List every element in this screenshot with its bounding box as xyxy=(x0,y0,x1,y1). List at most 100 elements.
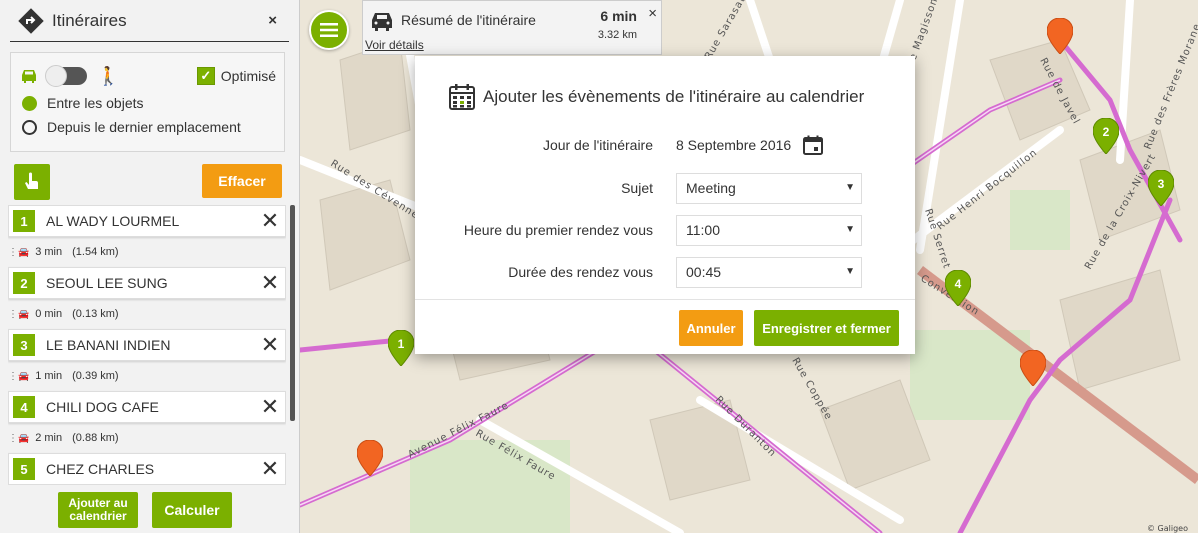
optimise-option[interactable]: ✓ Optimisé xyxy=(196,67,276,85)
subject-value: Meeting xyxy=(686,180,736,196)
date-text: 8 Septembre 2016 xyxy=(676,137,792,153)
map-marker-orange[interactable] xyxy=(1020,350,1046,386)
add-to-calendar-button[interactable]: Ajouter au calendrier xyxy=(58,492,138,528)
subject-select[interactable]: Meeting ▼ xyxy=(676,172,862,204)
hand-pointer-icon xyxy=(25,172,38,189)
remove-icon[interactable]: ✕ xyxy=(255,272,285,294)
save-and-close-button[interactable]: Enregistrer et fermer xyxy=(754,310,899,346)
stops-list[interactable]: 1 AL WADY LOURMEL ✕ ⋮ 🚘 3 min (1.54 km) 2… xyxy=(8,205,286,485)
list-item[interactable]: 5 CHEZ CHARLES ✕ xyxy=(8,453,286,485)
duration-select[interactable]: 00:45 ▼ xyxy=(676,256,862,288)
menu-button[interactable] xyxy=(309,10,349,50)
radio-label: Entre les objets xyxy=(47,95,144,111)
svg-text:4: 4 xyxy=(955,277,962,291)
car-icon: 🚘 xyxy=(18,432,30,443)
stop-number: 2 xyxy=(13,272,35,294)
walk-icon[interactable]: 🚶 xyxy=(97,66,119,87)
car-icon: 🚘 xyxy=(18,246,30,257)
clear-button[interactable]: Effacer xyxy=(202,164,282,198)
map-marker-orange[interactable] xyxy=(1047,18,1073,54)
duration-row: Durée des rendez vous 00:45 ▼ xyxy=(415,256,915,288)
map-credit: © Galigeo xyxy=(1147,524,1188,533)
calendar-modal: Ajouter les évènements de l'itinéraire a… xyxy=(415,56,915,354)
car-icon: 🚘 xyxy=(18,308,30,319)
leg-info: ⋮ 🚘 3 min (1.54 km) xyxy=(8,246,119,258)
date-value[interactable]: 8 Septembre 2016 xyxy=(676,135,824,155)
radio-button[interactable] xyxy=(22,119,37,135)
first-meeting-row: Heure du premier rendez vous 11:00 ▼ xyxy=(415,214,915,246)
list-item[interactable]: 2 SEOUL LEE SUNG ✕ xyxy=(8,267,286,299)
calculate-button[interactable]: Calculer xyxy=(152,492,232,528)
cancel-button[interactable]: Annuler xyxy=(679,310,743,346)
date-row: Jour de l'itinéraire 8 Septembre 2016 xyxy=(415,129,915,161)
stop-number: 4 xyxy=(13,396,35,418)
car-icon: 🚘 xyxy=(18,370,30,381)
radio-button[interactable] xyxy=(22,95,37,111)
leg-info: ⋮ 🚘 0 min (0.13 km) xyxy=(8,308,119,320)
optimise-label: Optimisé xyxy=(220,68,276,84)
radio-between-objects[interactable]: Entre les objets xyxy=(22,91,276,115)
subject-label: Sujet xyxy=(621,180,653,196)
stop-name: CHEZ CHARLES xyxy=(46,461,155,477)
list-item[interactable]: 1 AL WADY LOURMEL ✕ xyxy=(8,205,286,237)
remove-icon[interactable]: ✕ xyxy=(255,334,285,356)
map-marker-3[interactable]: 3 xyxy=(1148,170,1174,206)
leg-time: 2 min xyxy=(35,432,63,444)
close-icon[interactable]: × xyxy=(648,5,657,22)
scrollbar[interactable] xyxy=(290,205,295,421)
route-options: 🚶 ✓ Optimisé Entre les objets Depuis le … xyxy=(10,52,285,152)
list-item[interactable]: 3 LE BANANI INDIEN ✕ xyxy=(8,329,286,361)
chevron-down-icon: ▼ xyxy=(845,265,855,277)
duration-value: 00:45 xyxy=(686,264,722,280)
svg-text:3: 3 xyxy=(1158,177,1165,191)
map-marker-2[interactable]: 2 xyxy=(1093,118,1119,154)
directions-icon xyxy=(18,7,44,34)
stop-name: SEOUL LEE SUNG xyxy=(46,275,168,291)
radio-label: Depuis le dernier emplacement xyxy=(47,119,241,135)
first-meeting-select[interactable]: 11:00 ▼ xyxy=(676,214,862,246)
chevron-down-icon: ▼ xyxy=(845,223,855,235)
stop-number: 1 xyxy=(13,210,35,232)
car-icon xyxy=(372,13,392,31)
mode-toggle[interactable] xyxy=(45,65,87,87)
map-marker-4[interactable]: 4 xyxy=(945,270,971,306)
pointer-button[interactable] xyxy=(14,164,50,200)
stop-number: 5 xyxy=(13,458,35,480)
leg-distance: (1.54 km) xyxy=(72,246,119,258)
stop-name: CHILI DOG CAFE xyxy=(46,399,159,415)
summary-distance: 3.32 km xyxy=(597,29,637,41)
leg-distance: (0.88 km) xyxy=(72,432,119,444)
calendar-icon xyxy=(449,84,475,110)
duration-label: Durée des rendez vous xyxy=(508,264,653,280)
remove-icon[interactable]: ✕ xyxy=(255,210,285,232)
sidebar-title: Itinéraires xyxy=(52,10,127,30)
list-item[interactable]: 4 CHILI DOG CAFE ✕ xyxy=(8,391,286,423)
remove-icon[interactable]: ✕ xyxy=(255,396,285,418)
route-summary: Résumé de l'itinéraire 6 min 3.32 km × V… xyxy=(362,0,662,55)
view-details-link[interactable]: Voir détails xyxy=(365,38,424,52)
calendar-picker-icon[interactable] xyxy=(803,135,824,155)
date-label: Jour de l'itinéraire xyxy=(542,137,653,153)
modal-title: Ajouter les évènements de l'itinéraire a… xyxy=(483,87,865,106)
close-icon[interactable]: × xyxy=(268,12,277,29)
svg-text:2: 2 xyxy=(1103,125,1110,139)
svg-text:1: 1 xyxy=(398,337,405,351)
stop-name: AL WADY LOURMEL xyxy=(46,213,180,229)
remove-icon[interactable]: ✕ xyxy=(255,458,285,480)
leg-info: ⋮ 🚘 1 min (0.39 km) xyxy=(8,370,119,382)
leg-time: 0 min xyxy=(35,308,63,320)
stop-name: LE BANANI INDIEN xyxy=(46,337,171,353)
hamburger-icon xyxy=(320,23,338,37)
map-marker-orange[interactable] xyxy=(357,440,383,476)
divider xyxy=(415,299,915,300)
sidebar: Itinéraires × 🚶 ✓ Optimisé Entre les obj… xyxy=(0,0,300,533)
optimise-checkbox[interactable]: ✓ xyxy=(196,67,215,85)
summary-title: Résumé de l'itinéraire xyxy=(401,12,536,28)
car-icon[interactable] xyxy=(19,67,39,85)
leg-time: 3 min xyxy=(35,246,63,258)
chevron-down-icon: ▼ xyxy=(845,181,855,193)
map-marker-1[interactable]: 1 xyxy=(388,330,414,366)
first-meeting-value: 11:00 xyxy=(686,222,720,238)
stop-number: 3 xyxy=(13,334,35,356)
radio-from-last-location[interactable]: Depuis le dernier emplacement xyxy=(22,115,276,139)
